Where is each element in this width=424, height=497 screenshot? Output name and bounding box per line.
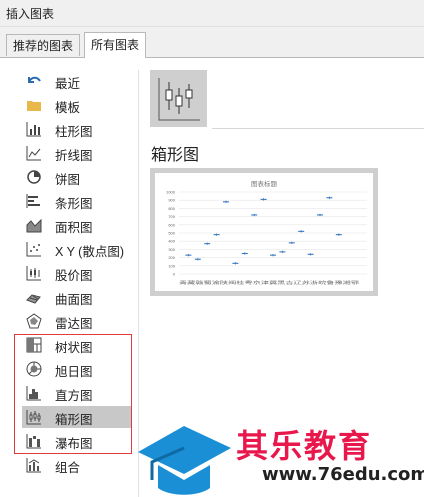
- chart-preview[interactable]: 图表标题 0 100 200 300 400 500 600 700 800 900 1000 青藏赣蜀…: [150, 168, 378, 296]
- data-point: [298, 230, 305, 233]
- data-point: [232, 262, 239, 265]
- nav-label: 组合: [55, 461, 81, 475]
- tab-recommended-charts[interactable]: 推荐的图表: [6, 34, 81, 56]
- box-whisker-thumbnail-icon: [158, 78, 200, 121]
- data-point: [288, 241, 295, 245]
- bar-chart-icon: [26, 194, 40, 208]
- window-title: 插入图表: [6, 7, 55, 21]
- stock-chart-icon: [26, 266, 41, 281]
- y-tick-label: 800: [168, 206, 175, 211]
- y-tick-label: 1000: [166, 190, 176, 195]
- nav-item-column[interactable]: 柱形图: [22, 118, 132, 140]
- data-point: [204, 242, 211, 245]
- data-point: [279, 250, 286, 254]
- nav-item-pie[interactable]: 饼图: [22, 166, 132, 188]
- data-point: [307, 253, 314, 256]
- data-point: [223, 200, 229, 204]
- column-chart-icon: [26, 122, 41, 137]
- nav-item-radar[interactable]: 雷达图: [22, 310, 132, 332]
- data-point: [317, 213, 323, 217]
- y-tick-label: 600: [168, 222, 175, 227]
- watermark-url: www.76edu.com: [262, 464, 424, 485]
- nav-label: 面积图: [55, 221, 93, 235]
- nav-item-area[interactable]: 面积图: [22, 214, 132, 236]
- data-point: [194, 258, 201, 261]
- line-chart-icon: [26, 146, 41, 161]
- data-point: [251, 213, 258, 217]
- chart-preview-canvas: 图表标题 0 100 200 300 400 500 600 700 800 900 1000 青藏赣蜀…: [155, 173, 373, 291]
- nav-label: 雷达图: [55, 317, 93, 331]
- chart-title: 图表标题: [251, 179, 278, 188]
- y-tick-label: 200: [168, 255, 175, 260]
- nav-item-surface[interactable]: 曲面图: [22, 286, 132, 308]
- y-tick-label: 0: [173, 272, 176, 277]
- nav-label: X Y (散点图): [55, 245, 124, 259]
- undo-arrow-icon: [28, 76, 41, 83]
- nav-item-scatter[interactable]: X Y (散点图): [22, 238, 132, 260]
- nav-label: 柱形图: [55, 125, 93, 139]
- y-tick-label: 100: [168, 263, 175, 268]
- surface-chart-icon: [26, 294, 41, 304]
- nav-label: 折线图: [55, 149, 93, 163]
- nav-item-combo[interactable]: 组合: [22, 454, 132, 476]
- y-tick-label: 400: [168, 239, 175, 244]
- preview-chart-svg: 图表标题 0 100 200 300 400 500 600 700 800 900 1000 青藏赣蜀…: [166, 179, 367, 285]
- chart-type-title: 箱形图: [151, 147, 200, 164]
- radar-chart-icon: [26, 313, 42, 329]
- nav-item-templates[interactable]: 模板: [22, 94, 132, 116]
- chart-subtype-thumbnail[interactable]: [150, 70, 207, 127]
- watermark-text: 其乐教育: [236, 427, 373, 465]
- tab-strip: 推荐的图表 所有图表: [0, 27, 424, 58]
- title-bar: 插入图表: [0, 0, 424, 27]
- folder-icon: [27, 101, 41, 111]
- data-point: [270, 253, 276, 257]
- scatter-chart-icon: [26, 242, 41, 257]
- tab-all-charts[interactable]: 所有图表: [84, 32, 147, 58]
- nav-item-recent[interactable]: 最近: [22, 70, 132, 92]
- pie-chart-icon: [27, 170, 41, 184]
- nav-label: 曲面图: [55, 293, 93, 307]
- area-chart-icon: [26, 218, 42, 233]
- combo-chart-icon: [26, 458, 41, 473]
- data-point: [213, 233, 220, 236]
- section-divider: [212, 128, 424, 129]
- highlight-box: [14, 334, 132, 454]
- nav-item-line[interactable]: 折线图: [22, 142, 132, 164]
- x-tick-labels: 青藏赣蜀渝陕闽桂粤京津冀黑吉辽苏浙皖鲁豫湘鄂: [179, 279, 359, 285]
- nav-item-stock[interactable]: 股价图: [22, 262, 132, 284]
- data-point: [326, 196, 333, 199]
- y-tick-label: 900: [168, 198, 175, 203]
- data-point: [335, 233, 342, 236]
- y-tick-label: 500: [168, 231, 175, 236]
- nav-label: 最近: [55, 77, 81, 91]
- nav-label: 条形图: [55, 197, 93, 211]
- nav-label: 股价图: [55, 269, 93, 283]
- data-point: [241, 252, 248, 255]
- nav-item-bar[interactable]: 条形图: [22, 190, 132, 212]
- nav-label: 饼图: [55, 173, 81, 187]
- y-tick-label: 300: [168, 247, 175, 252]
- y-tick-label: 700: [168, 214, 175, 219]
- nav-label: 模板: [55, 101, 81, 115]
- data-point: [185, 253, 192, 257]
